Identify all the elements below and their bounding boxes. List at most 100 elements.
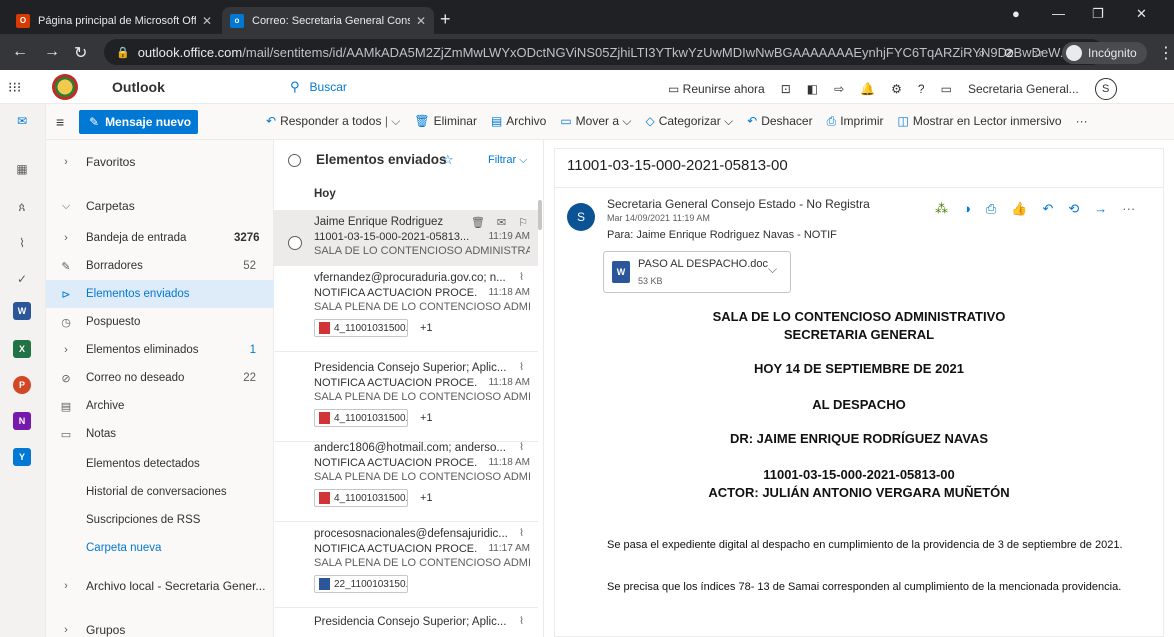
apps-icon[interactable]: ⁂ xyxy=(935,201,948,217)
browser-menu-icon[interactable]: ⋮ xyxy=(1158,43,1174,63)
tracking-icon[interactable]: ⊘ xyxy=(1003,45,1014,61)
excel-icon[interactable]: X xyxy=(13,340,31,358)
folder-deleted[interactable]: › Elementos eliminados 1 xyxy=(46,336,274,364)
window-close-icon[interactable]: ✕ xyxy=(1136,6,1147,22)
todo-check-icon[interactable]: ✓ xyxy=(13,270,31,288)
forward-icon[interactable]: → xyxy=(1094,201,1107,217)
favorite-star-icon[interactable]: ☆ xyxy=(442,152,454,168)
delete-button[interactable]: 🗑 Eliminar xyxy=(414,114,477,129)
like-icon[interactable]: 👍 xyxy=(1011,201,1027,217)
more-attachments[interactable]: +1 xyxy=(420,322,433,334)
more-attachments[interactable]: +1 xyxy=(420,412,433,424)
reload-icon[interactable]: ↻ xyxy=(74,43,87,63)
more-actions-button[interactable]: ··· xyxy=(1076,114,1088,129)
close-icon[interactable]: ✕ xyxy=(202,14,212,28)
folder-detected[interactable]: Elementos detectados xyxy=(46,450,274,478)
folder-drafts[interactable]: ✎ Borradores 52 xyxy=(46,252,274,280)
envelope-icon[interactable]: ✉ xyxy=(497,216,506,229)
chevron-down-icon[interactable]: ⌵ xyxy=(768,262,777,277)
people-icon[interactable]: ጰ xyxy=(13,198,31,216)
list-item[interactable]: Presidencia Consejo Superior; Aplic... ⌇… xyxy=(274,356,538,442)
teams-icon[interactable]: ⊡ xyxy=(781,82,791,96)
sender-name[interactable]: Secretaria General Consejo Estado - No R… xyxy=(607,197,870,211)
folder-snoozed[interactable]: ◷ Pospuesto xyxy=(46,308,274,336)
list-item[interactable]: vfernandez@procuraduria.gov.co; n... ⌇ N… xyxy=(274,266,538,352)
folder-conversation-history[interactable]: Historial de conversaciones xyxy=(46,478,274,506)
new-tab-button[interactable]: + xyxy=(440,9,451,30)
move-to-button[interactable]: ▭ Mover a ⌵ xyxy=(560,114,631,129)
back-icon[interactable]: ← xyxy=(12,43,28,61)
local-archive-header[interactable]: › Archivo local - Secretaria Gener... xyxy=(46,572,274,600)
reply-all-button[interactable]: ↶ Responder a todos | ⌵ xyxy=(266,114,400,129)
app-launcher-icon[interactable]: ⁝⁝⁝ xyxy=(8,79,21,96)
list-item[interactable]: Presidencia Consejo Superior; Aplic... ⌇ xyxy=(274,610,538,637)
reply-all-icon[interactable]: ⟲ xyxy=(1068,201,1079,217)
folder-sent[interactable]: ⊳ Elementos enviados xyxy=(46,280,274,308)
categorize-button[interactable]: ◇ Categorizar ⌵ xyxy=(645,114,733,129)
zoom-icon[interactable]: ⌕ xyxy=(978,45,985,61)
folder-junk[interactable]: ⊘ Correo no deseado 22 xyxy=(46,364,274,392)
reply-icon[interactable]: ↶ xyxy=(1042,201,1053,217)
immersive-reader-button[interactable]: ◫ Mostrar en Lector inmersivo xyxy=(898,114,1062,129)
feedback-icon[interactable]: ▭ xyxy=(941,82,952,96)
account-name[interactable]: Secretaria General... xyxy=(968,82,1079,96)
more-icon[interactable]: ··· xyxy=(1122,201,1135,217)
maximize-icon[interactable]: ❐ xyxy=(1092,6,1104,22)
new-folder-link[interactable]: Carpeta nueva xyxy=(46,534,274,562)
attach-files-icon[interactable]: ⌇ xyxy=(13,234,31,252)
hamburger-icon[interactable]: ≡ xyxy=(56,114,64,130)
settings-icon[interactable]: ⚙ xyxy=(891,82,902,96)
todo-icon[interactable]: ⇨ xyxy=(834,82,844,96)
favorites-header[interactable]: › Favoritos xyxy=(46,148,274,176)
onenote-icon[interactable]: N xyxy=(13,412,31,430)
folder-rss[interactable]: Suscripciones de RSS xyxy=(46,506,274,534)
incognito-badge[interactable]: Incógnito xyxy=(1062,42,1147,64)
help-icon[interactable]: ? xyxy=(918,82,925,96)
flag-icon[interactable]: ⚐ xyxy=(518,216,528,229)
print-icon[interactable]: ⎙ xyxy=(986,201,996,217)
attachment-chip[interactable]: 4_11001031500... xyxy=(314,319,408,337)
powerpoint-icon[interactable]: P xyxy=(13,376,31,394)
select-checkbox[interactable] xyxy=(288,236,302,250)
archive-button[interactable]: ▤ Archivo xyxy=(491,114,546,129)
bookmark-star-icon[interactable]: ☆ xyxy=(1032,45,1044,61)
list-item[interactable]: Jaime Enrique Rodriguez... 🗑 ✉ ⚐ 11001-0… xyxy=(274,210,538,266)
minimize-icon[interactable]: — xyxy=(1052,6,1065,21)
undo-button[interactable]: ↶ Deshacer xyxy=(747,114,812,129)
word-icon[interactable]: W xyxy=(13,302,31,320)
list-item[interactable]: procesosnacionales@defensajuridic... ⌇ N… xyxy=(274,522,538,608)
filter-button[interactable]: Filtrar ⌵ xyxy=(488,154,528,167)
attachment-chip[interactable]: 4_11001031500... xyxy=(314,409,408,427)
avatar[interactable]: S xyxy=(1094,78,1117,100)
attachment-chip[interactable]: 22_1100103150... xyxy=(314,575,408,593)
onenote-feed-icon[interactable]: ◧ xyxy=(807,82,818,96)
yammer-icon[interactable]: Y xyxy=(13,448,31,466)
folders-header[interactable]: ⌵ Carpetas xyxy=(46,192,274,220)
list-item[interactable]: anderc1806@hotmail.com; anderso... ⌇ NOT… xyxy=(274,436,538,522)
more-attachments[interactable]: +1 xyxy=(420,492,433,504)
mail-icon[interactable]: ✉ xyxy=(13,112,31,130)
folder-archive[interactable]: ▤ Archive xyxy=(46,392,274,420)
groups-header[interactable]: › Grupos xyxy=(46,616,274,637)
new-message-button[interactable]: ✎ Mensaje nuevo xyxy=(79,110,198,134)
folder-inbox[interactable]: › Bandeja de entrada 3276 xyxy=(46,224,274,252)
forward-icon[interactable]: → xyxy=(44,43,60,61)
attachment-chip[interactable]: 4_11001031500... xyxy=(314,489,408,507)
tab-outlook-mail[interactable]: o Correo: Secretaria General Conse ✕ xyxy=(222,7,434,34)
trash-icon[interactable]: 🗑 xyxy=(471,216,485,229)
calendar-icon[interactable]: ▦ xyxy=(13,160,31,178)
profile-icon[interactable]: ● xyxy=(1012,6,1020,21)
address-bar[interactable]: 🔒 outlook.office.com /mail/sentitems/id/… xyxy=(104,39,1104,65)
meet-now-button[interactable]: ▭ Reunirse ahora xyxy=(668,82,765,96)
select-all-checkbox[interactable] xyxy=(288,154,301,167)
notifications-icon[interactable]: 🔔 xyxy=(860,82,875,96)
print-button[interactable]: ⎙ Imprimir xyxy=(827,114,884,129)
search-box[interactable]: ⚲ Buscar xyxy=(290,76,650,98)
scrollbar[interactable] xyxy=(538,200,542,230)
tab-office-home[interactable]: O Página principal de Microsoft Off ✕ xyxy=(8,7,220,34)
attachment-card[interactable]: W PASO AL DESPACHO.doc 53 KB ⌵ xyxy=(603,251,791,293)
immersive-reader-icon[interactable]: ◑ xyxy=(963,201,971,217)
folder-notes[interactable]: ▭ Notas xyxy=(46,420,274,448)
close-icon[interactable]: ✕ xyxy=(416,14,426,28)
avatar[interactable]: S xyxy=(567,203,595,231)
